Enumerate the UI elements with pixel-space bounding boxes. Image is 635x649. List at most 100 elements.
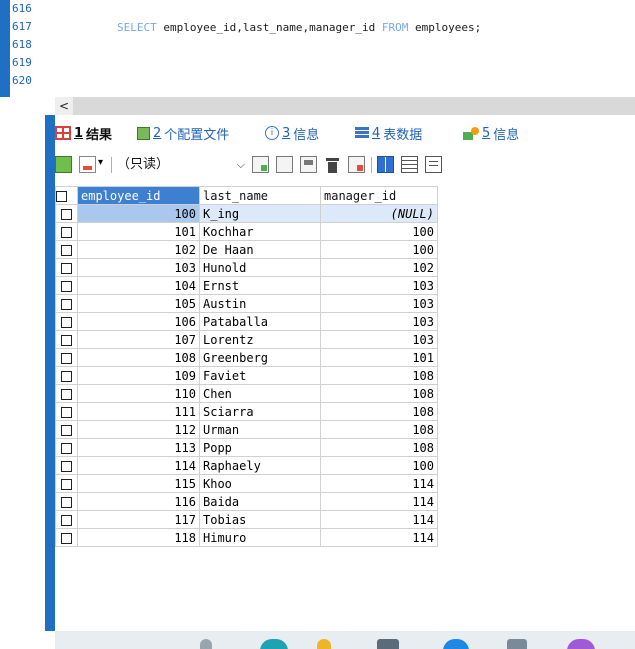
- table-row[interactable]: 116 Baida 114: [55, 492, 438, 511]
- table-row[interactable]: 109 Faviet 108: [55, 366, 438, 385]
- table-row[interactable]: 102 De Haan 100: [55, 240, 438, 259]
- sql-editor[interactable]: 616 617 618 619 620 SELECT employee_id,l…: [0, 0, 635, 97]
- tab-info[interactable]: i 3 信息: [265, 122, 319, 144]
- cell-employee-id[interactable]: 100: [77, 204, 200, 223]
- table-row[interactable]: 100 K_ing (NULL): [55, 204, 438, 223]
- table-row[interactable]: 113 Popp 108: [55, 438, 438, 457]
- cell-manager-id[interactable]: 114: [320, 528, 438, 547]
- table-row[interactable]: 114 Raphaely 100: [55, 456, 438, 475]
- cell-manager-id[interactable]: 108: [320, 402, 438, 421]
- taskbar-app-icon[interactable]: [507, 639, 527, 649]
- taskbar-app-icon[interactable]: [377, 639, 399, 649]
- cell-employee-id[interactable]: 111: [77, 402, 200, 421]
- cell-last-name[interactable]: Faviet: [199, 366, 321, 385]
- cell-employee-id[interactable]: 109: [77, 366, 200, 385]
- cell-employee-id[interactable]: 103: [77, 258, 200, 277]
- cell-employee-id[interactable]: 105: [77, 294, 200, 313]
- cell-employee-id[interactable]: 115: [77, 474, 200, 493]
- cell-manager-id[interactable]: 100: [320, 222, 438, 241]
- cell-employee-id[interactable]: 102: [77, 240, 200, 259]
- table-row[interactable]: 105 Austin 103: [55, 294, 438, 313]
- cell-manager-id[interactable]: 108: [320, 384, 438, 403]
- cell-last-name[interactable]: Greenberg: [199, 348, 321, 367]
- row-checkbox[interactable]: [55, 420, 78, 439]
- grid-view-icon[interactable]: [377, 156, 394, 173]
- table-row[interactable]: 103 Hunold 102: [55, 258, 438, 277]
- cell-manager-id[interactable]: 108: [320, 420, 438, 439]
- cell-manager-id[interactable]: 100: [320, 456, 438, 475]
- text-view-icon[interactable]: [425, 156, 442, 173]
- cell-last-name[interactable]: Lorentz: [199, 330, 321, 349]
- cell-last-name[interactable]: K_ing: [199, 204, 321, 223]
- table-row[interactable]: 112 Urman 108: [55, 420, 438, 439]
- cell-manager-id[interactable]: 114: [320, 474, 438, 493]
- row-checkbox[interactable]: [55, 258, 78, 277]
- cell-employee-id[interactable]: 101: [77, 222, 200, 241]
- cell-last-name[interactable]: De Haan: [199, 240, 321, 259]
- cell-last-name[interactable]: Sciarra: [199, 402, 321, 421]
- read-only-select[interactable]: （只读） ⌵: [117, 155, 245, 175]
- cancel-changes-icon[interactable]: [348, 156, 365, 173]
- cell-employee-id[interactable]: 104: [77, 276, 200, 295]
- table-row[interactable]: 110 Chen 108: [55, 384, 438, 403]
- cell-manager-id[interactable]: 103: [320, 276, 438, 295]
- row-checkbox[interactable]: [55, 294, 78, 313]
- sql-query-line[interactable]: SELECT employee_id,last_name,manager_id …: [117, 21, 481, 34]
- cell-last-name[interactable]: Tobias: [199, 510, 321, 529]
- cell-employee-id[interactable]: 118: [77, 528, 200, 547]
- column-header-last-name[interactable]: last_name: [199, 186, 321, 205]
- table-row[interactable]: 117 Tobias 114: [55, 510, 438, 529]
- table-row[interactable]: 108 Greenberg 101: [55, 348, 438, 367]
- tab-info-2[interactable]: 5 信息: [463, 122, 519, 144]
- cell-employee-id[interactable]: 114: [77, 456, 200, 475]
- table-row[interactable]: 118 Himuro 114: [55, 528, 438, 547]
- cell-employee-id[interactable]: 107: [77, 330, 200, 349]
- row-checkbox[interactable]: [55, 456, 78, 475]
- column-header-employee-id[interactable]: employee_id: [77, 186, 200, 205]
- scroll-left-button[interactable]: <: [55, 97, 73, 115]
- cell-last-name[interactable]: Kochhar: [199, 222, 321, 241]
- row-checkbox[interactable]: [55, 474, 78, 493]
- cell-employee-id[interactable]: 108: [77, 348, 200, 367]
- cell-manager-id[interactable]: (NULL): [320, 204, 438, 223]
- cell-manager-id[interactable]: 114: [320, 492, 438, 511]
- cell-last-name[interactable]: Popp: [199, 438, 321, 457]
- row-checkbox[interactable]: [55, 492, 78, 511]
- cell-last-name[interactable]: Austin: [199, 294, 321, 313]
- cell-manager-id[interactable]: 108: [320, 366, 438, 385]
- row-checkbox[interactable]: [55, 528, 78, 547]
- taskbar-app-icon[interactable]: [443, 639, 469, 649]
- cell-employee-id[interactable]: 117: [77, 510, 200, 529]
- row-checkbox[interactable]: [55, 204, 78, 223]
- cell-employee-id[interactable]: 106: [77, 312, 200, 331]
- cell-last-name[interactable]: Khoo: [199, 474, 321, 493]
- cell-manager-id[interactable]: 108: [320, 438, 438, 457]
- table-row[interactable]: 104 Ernst 103: [55, 276, 438, 295]
- taskbar-app-icon[interactable]: [260, 639, 288, 649]
- cell-last-name[interactable]: Hunold: [199, 258, 321, 277]
- table-row[interactable]: 106 Pataballa 103: [55, 312, 438, 331]
- cell-manager-id[interactable]: 114: [320, 510, 438, 529]
- cell-employee-id[interactable]: 113: [77, 438, 200, 457]
- cell-last-name[interactable]: Baida: [199, 492, 321, 511]
- cell-last-name[interactable]: Urman: [199, 420, 321, 439]
- cell-last-name[interactable]: Pataballa: [199, 312, 321, 331]
- cell-manager-id[interactable]: 103: [320, 330, 438, 349]
- table-row[interactable]: 111 Sciarra 108: [55, 402, 438, 421]
- row-checkbox[interactable]: [55, 438, 78, 457]
- row-checkbox[interactable]: [55, 510, 78, 529]
- cell-employee-id[interactable]: 110: [77, 384, 200, 403]
- cell-last-name[interactable]: Himuro: [199, 528, 321, 547]
- column-header-manager-id[interactable]: manager_id: [320, 186, 438, 205]
- row-checkbox[interactable]: [55, 222, 78, 241]
- taskbar-app-icon[interactable]: [200, 639, 212, 649]
- taskbar-app-icon[interactable]: [567, 639, 595, 649]
- form-view-icon[interactable]: [401, 156, 418, 173]
- delete-icon[interactable]: [324, 156, 341, 173]
- select-all-checkbox[interactable]: [55, 186, 78, 205]
- row-checkbox[interactable]: [55, 276, 78, 295]
- cell-manager-id[interactable]: 101: [320, 348, 438, 367]
- row-checkbox[interactable]: [55, 312, 78, 331]
- cell-manager-id[interactable]: 103: [320, 294, 438, 313]
- taskbar-app-icon[interactable]: [317, 639, 331, 649]
